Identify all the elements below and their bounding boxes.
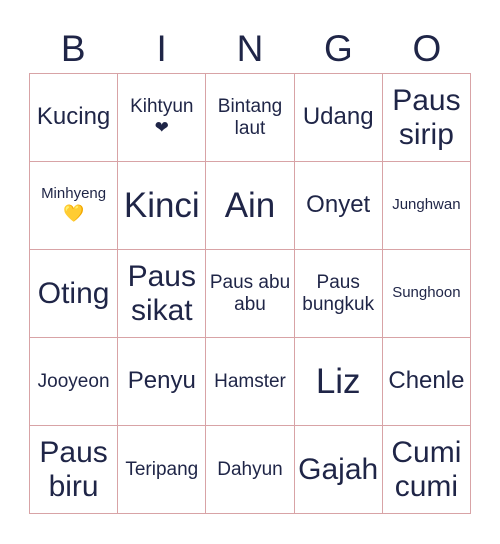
cell-label: Paus biru [39, 435, 108, 503]
bingo-cell[interactable]: Sunghoon [382, 250, 471, 338]
cell-label: Gajah [298, 452, 379, 486]
cell-label: Paus sirip [392, 83, 461, 151]
black-heart-icon: ❤ [154, 118, 169, 138]
cell-label: Ain [224, 185, 276, 225]
cell-label: Onyet [306, 191, 371, 219]
header-letter-n: N [236, 28, 264, 69]
cell-label: Paus sikat [127, 259, 196, 327]
cell-label: Oting [37, 276, 110, 310]
cell-label: Dahyun [217, 458, 283, 480]
bingo-cell[interactable]: Bintang laut [206, 74, 295, 162]
cell-label: Paus bungkuk [302, 272, 375, 315]
header-letter-i: I [156, 28, 167, 69]
cell-label: Bintang laut [217, 96, 283, 139]
cell-label: Kucing [36, 103, 111, 131]
bingo-cell[interactable]: Kucing [30, 74, 119, 162]
bingo-header: B I N G O [29, 27, 471, 71]
bingo-cell[interactable]: Paus bungkuk [294, 250, 383, 338]
cell-label: Paus abu abu [209, 272, 291, 315]
bingo-cell[interactable]: Hamster [206, 338, 295, 426]
bingo-cell[interactable]: Ain [206, 162, 295, 250]
cell-label: Kinci [123, 185, 200, 225]
cell-label: Cumi cumi [391, 435, 462, 503]
bingo-cell[interactable]: Onyet [294, 162, 383, 250]
cell-label: Minhyeng [41, 185, 107, 203]
bingo-cell[interactable]: Jooyeon [30, 338, 119, 426]
bingo-cell[interactable]: Gajah [294, 426, 383, 514]
cell-label: Chenle [388, 367, 465, 395]
bingo-cell[interactable]: Paus biru [30, 426, 119, 514]
bingo-cell[interactable]: Paus sirip [382, 74, 471, 162]
cell-label: Hamster [214, 370, 286, 392]
bingo-cell[interactable]: Kihtyun ❤ [118, 74, 207, 162]
bingo-cell[interactable]: Udang [294, 74, 383, 162]
cell-label: Penyu [127, 367, 196, 395]
bingo-cell[interactable]: Chenle [382, 338, 471, 426]
cell-label: Junghwan [392, 196, 461, 214]
header-letter-g: G [324, 28, 353, 69]
bingo-cell[interactable]: Junghwan [382, 162, 471, 250]
yellow-heart-icon: 💛 [63, 203, 85, 223]
bingo-board: Kucing Kihtyun ❤ Bintang laut Udang Paus siri… [29, 73, 471, 514]
bingo-cell[interactable]: Teripang [118, 426, 207, 514]
header-letter-o: O [412, 28, 442, 69]
bingo-cell[interactable]: Cumi cumi [382, 426, 471, 514]
bingo-cell[interactable]: Dahyun [206, 426, 295, 514]
bingo-cell[interactable]: Liz [294, 338, 383, 426]
cell-label: Sunghoon [392, 284, 461, 302]
bingo-cell[interactable]: Oting [30, 250, 119, 338]
cell-label: Jooyeon [37, 370, 110, 392]
cell-label: Liz [315, 361, 361, 401]
bingo-cell[interactable]: Paus sikat [118, 250, 207, 338]
cell-label: Udang [302, 103, 374, 131]
bingo-cell[interactable]: Paus abu abu [206, 250, 295, 338]
cell-label: Teripang [125, 458, 199, 480]
header-letter-b: B [60, 28, 86, 69]
bingo-cell[interactable]: Kinci [118, 162, 207, 250]
cell-label: Kihtyun [130, 95, 194, 117]
bingo-cell[interactable]: Minhyeng 💛 [30, 162, 119, 250]
bingo-cell[interactable]: Penyu [118, 338, 207, 426]
